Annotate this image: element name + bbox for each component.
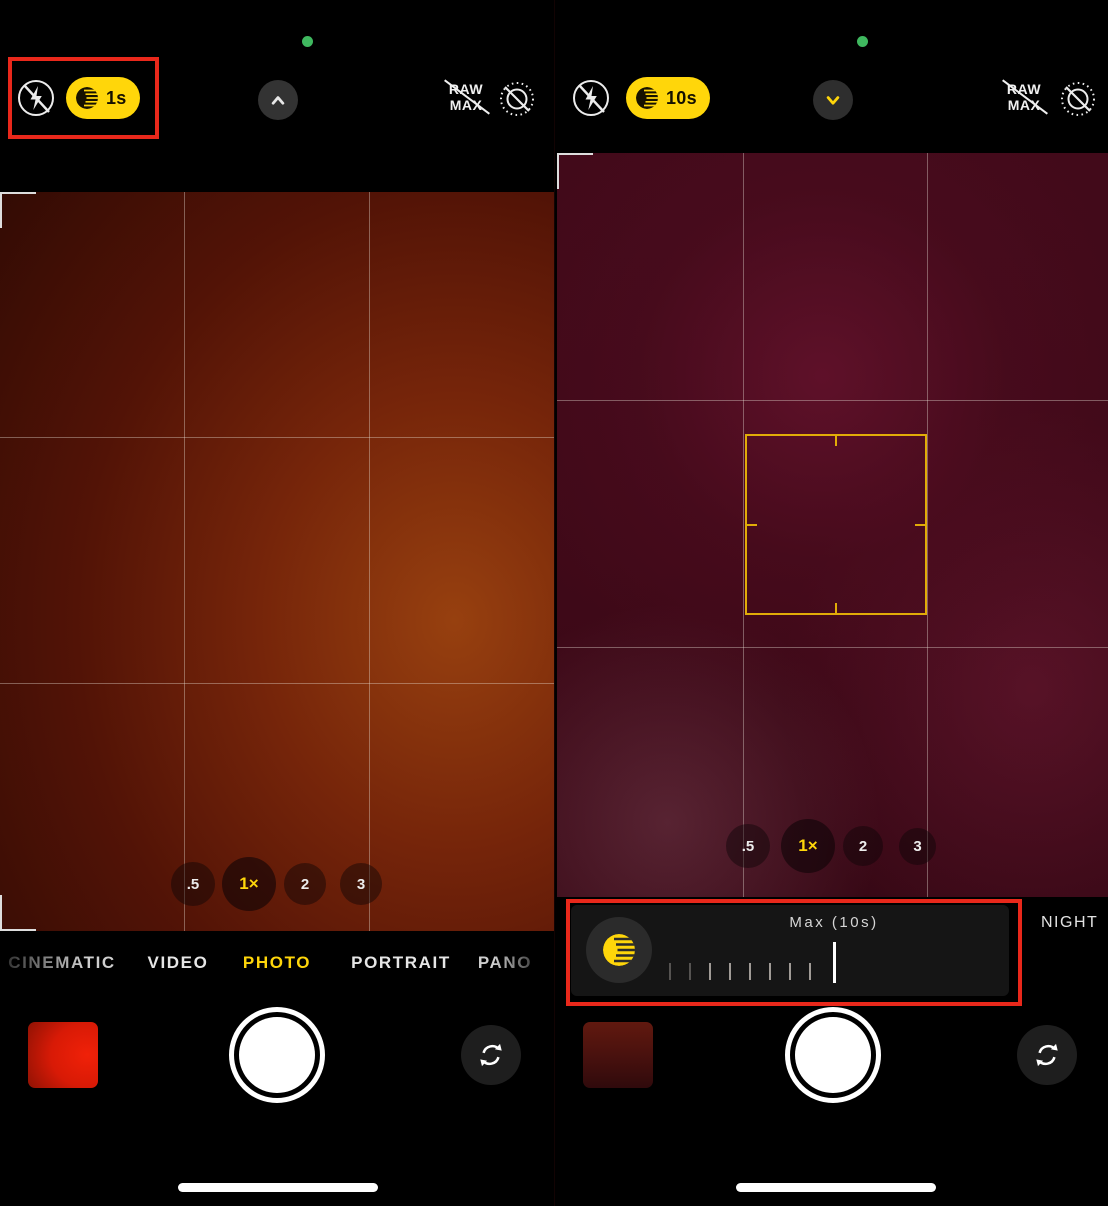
grid-line xyxy=(557,647,1108,648)
chevron-down-icon xyxy=(826,96,840,105)
flash-off-button[interactable] xyxy=(571,78,611,118)
frame-corner xyxy=(0,192,36,228)
flip-camera-button[interactable] xyxy=(1017,1025,1077,1085)
annotation-highlight-box xyxy=(566,899,1022,1006)
night-mode-label: NIGHT xyxy=(1041,914,1099,931)
focus-tick xyxy=(915,523,926,526)
grid-line xyxy=(0,683,554,684)
zoom-3x-button[interactable]: 3 xyxy=(899,828,936,865)
zoom-1x-button[interactable]: 1× xyxy=(222,857,276,911)
live-photo-off-button[interactable] xyxy=(1058,79,1098,119)
zoom-2x-button[interactable]: 2 xyxy=(843,826,883,866)
grid-line xyxy=(743,153,744,897)
camera-indicator-dot xyxy=(302,36,313,47)
focus-tick xyxy=(835,603,837,614)
zoom-2x-button[interactable]: 2 xyxy=(284,863,326,905)
camera-screen-left: 1s RAW MAX .5 1× 2 3 CINEMATIC VIDEO PHO… xyxy=(0,0,554,1206)
zoom-1x-button[interactable]: 1× xyxy=(781,819,835,873)
collapse-controls-button[interactable] xyxy=(813,80,853,120)
grid-line xyxy=(0,437,554,438)
live-photo-off-icon xyxy=(500,82,534,116)
zoom-label: 2 xyxy=(300,875,310,893)
home-indicator[interactable] xyxy=(178,1183,378,1192)
camera-screen-right: 10s RAW MAX .5 1× 2 3 Max (10s) NIGHT xyxy=(554,0,1108,1206)
live-photo-off-button[interactable] xyxy=(497,79,537,119)
shutter-inner-circle xyxy=(239,1017,315,1093)
camera-indicator-dot xyxy=(857,36,868,47)
raw-max-toggle[interactable]: RAW MAX xyxy=(441,79,491,115)
frame-corner xyxy=(0,895,36,931)
camera-viewfinder[interactable]: .5 1× 2 3 xyxy=(0,192,554,931)
raw-max-toggle[interactable]: RAW MAX xyxy=(999,79,1049,115)
home-indicator[interactable] xyxy=(736,1183,936,1192)
zoom-label: 1× xyxy=(239,874,259,893)
live-photo-off-icon xyxy=(1061,82,1095,116)
expand-controls-button[interactable] xyxy=(258,80,298,120)
photo-library-thumbnail[interactable] xyxy=(28,1022,98,1088)
mode-cinematic[interactable]: CINEMATIC xyxy=(8,953,116,973)
zoom-label: 2 xyxy=(858,837,868,855)
mode-photo[interactable]: PHOTO xyxy=(243,953,311,973)
night-mode-moon-icon xyxy=(636,87,658,109)
zoom-label: 3 xyxy=(913,838,922,855)
night-mode-badge[interactable]: 10s xyxy=(626,77,710,119)
flip-camera-icon xyxy=(480,1043,502,1067)
camera-mode-selector: CINEMATIC VIDEO PHOTO PORTRAIT PANO xyxy=(0,953,554,985)
grid-line xyxy=(184,192,185,931)
screenshot-canvas: 1s RAW MAX .5 1× 2 3 CINEMATIC VIDEO PHO… xyxy=(0,0,1108,1206)
chevron-up-icon xyxy=(271,96,285,105)
grid-line xyxy=(557,400,1108,401)
zoom-label: .5 xyxy=(186,875,200,893)
focus-square xyxy=(745,434,927,615)
photo-library-thumbnail[interactable] xyxy=(583,1022,653,1088)
zoom-3x-button[interactable]: 3 xyxy=(340,863,382,905)
shutter-button[interactable] xyxy=(229,1007,325,1103)
zoom-label: 1× xyxy=(798,836,818,855)
zoom-0.5x-button[interactable]: .5 xyxy=(171,862,215,906)
mode-pano[interactable]: PANO xyxy=(478,953,532,973)
zoom-label: .5 xyxy=(741,837,755,855)
shutter-button[interactable] xyxy=(785,1007,881,1103)
mode-portrait[interactable]: PORTRAIT xyxy=(351,953,451,973)
camera-viewfinder[interactable]: .5 1× 2 3 xyxy=(557,153,1108,897)
flip-camera-icon xyxy=(1036,1043,1058,1067)
night-mode-duration: 10s xyxy=(666,87,697,108)
mode-video[interactable]: VIDEO xyxy=(148,953,209,973)
focus-tick xyxy=(746,523,757,526)
zoom-0.5x-button[interactable]: .5 xyxy=(726,824,770,868)
grid-line xyxy=(927,153,928,897)
focus-tick xyxy=(835,435,837,446)
shutter-inner-circle xyxy=(795,1017,871,1093)
annotation-highlight-box xyxy=(8,57,159,139)
flash-off-icon xyxy=(573,80,609,116)
frame-corner xyxy=(557,153,593,189)
flip-camera-button[interactable] xyxy=(461,1025,521,1085)
zoom-label: 3 xyxy=(356,875,366,893)
grid-line xyxy=(369,192,370,931)
